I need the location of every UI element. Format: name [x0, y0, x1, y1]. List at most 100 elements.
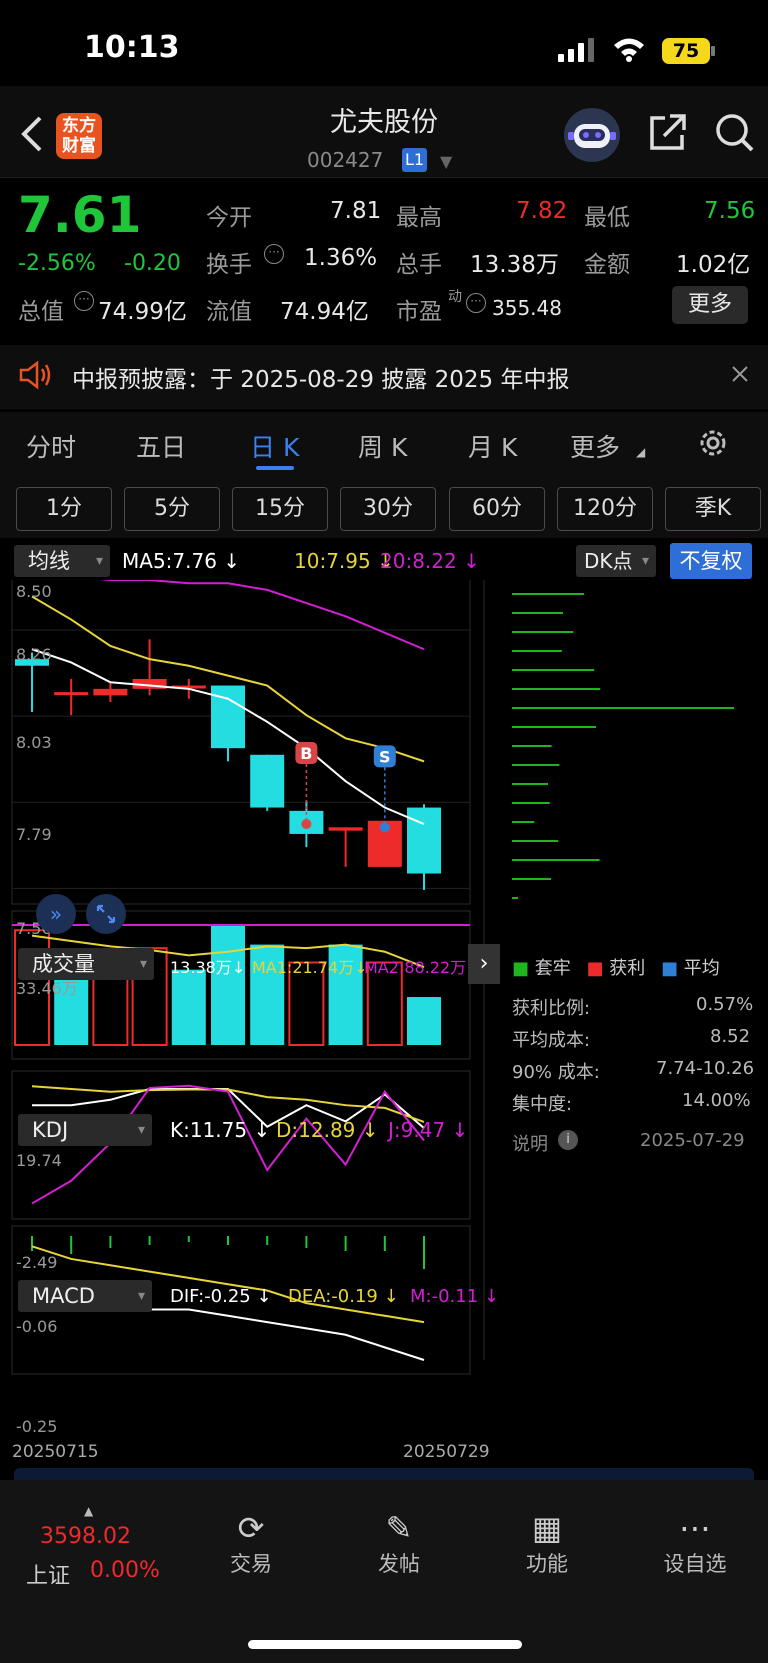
high-label: 最高 — [396, 205, 442, 231]
volume-value: 13.38万 — [470, 252, 559, 278]
wifi-icon — [612, 36, 646, 62]
volume-axis-top: 33.46万 — [16, 979, 78, 998]
nav-post[interactable]: ✎ 发帖 — [354, 1508, 444, 1578]
pe-info-icon[interactable]: ··· — [466, 293, 486, 313]
volume-bars — [12, 924, 470, 1047]
search-icon[interactable] — [714, 112, 756, 154]
nav-functions[interactable]: ▦ 功能 — [502, 1508, 592, 1578]
volume-selector[interactable]: 成交量 — [18, 948, 154, 980]
level-badge[interactable]: L1 — [402, 148, 427, 172]
period-quarter-k[interactable]: 季K — [665, 487, 761, 531]
pe-value: 355.48 — [492, 296, 562, 320]
candle-body — [93, 688, 128, 696]
macd-dif-value: DIF:-0.25 — [170, 1286, 251, 1307]
macd-dea: DEA:-0.19 ↓ — [288, 1286, 399, 1307]
tab-intraday[interactable]: 分时 — [26, 428, 76, 464]
index-up-arrow-icon: ▲ — [84, 1504, 94, 1518]
market-cap-value: 74.99亿 — [98, 299, 187, 325]
index-value[interactable]: 3598.02 — [40, 1524, 131, 1549]
candle-body — [328, 827, 363, 831]
ma20-value: 20:8.22 — [380, 549, 457, 573]
chip-value-2: 8.52 — [710, 1026, 751, 1047]
period-120min[interactable]: 120分 — [557, 487, 653, 531]
turnover-info-icon[interactable]: ··· — [264, 244, 284, 264]
share-icon[interactable] — [648, 112, 688, 152]
ma10-value: 10:7.95 — [294, 549, 371, 573]
kline-chart[interactable]: BS 8.50 8.26 8.03 7.79 7.56 33.46万 19.74… — [0, 580, 768, 1460]
price-tick-3: 8.03 — [16, 733, 52, 752]
index-name[interactable]: 上证 — [26, 1558, 70, 1590]
macd-selector[interactable]: MACD — [18, 1280, 152, 1312]
legend-average: 平均 — [683, 958, 720, 979]
candle-body — [250, 754, 285, 808]
ma20-line — [98, 580, 425, 651]
kdj-axis-top: 19.74 — [16, 1151, 62, 1170]
vol-ma1-value: MA1:21.74万 — [252, 958, 355, 977]
nav-trade[interactable]: ⟳ 交易 — [206, 1508, 296, 1578]
info-icon[interactable]: i — [558, 1130, 578, 1150]
tab-more[interactable]: 更多 — [570, 428, 620, 464]
buy-mark-dot — [301, 819, 312, 830]
legend-trapped: 套牢 — [534, 958, 571, 979]
status-time: 10:13 — [84, 30, 180, 65]
tab-five-day[interactable]: 五日 — [136, 428, 186, 464]
expand-right-icon[interactable]: » — [36, 894, 76, 934]
period-60min[interactable]: 60分 — [449, 487, 545, 531]
chip-label-1: 获利比例: — [512, 998, 591, 1019]
adjust-button[interactable]: 不复权 — [670, 543, 752, 579]
chip-note[interactable]: 说明 — [512, 1130, 548, 1156]
buy-mark-letter: B — [300, 744, 312, 763]
kdj-d-value: D:12.89 — [276, 1118, 356, 1142]
volume-today: 13.38万↓ — [170, 958, 246, 977]
volume-bar — [211, 925, 245, 1045]
kdj-d: D:12.89 ↓ — [276, 1118, 379, 1142]
kdj-k-value: K:11.75 — [170, 1118, 248, 1142]
period-5min[interactable]: 5分 — [124, 487, 220, 531]
grid-icon: ▦ — [531, 1509, 563, 1547]
chip-label-3: 90% 成本: — [512, 1062, 600, 1083]
chevron-right-icon[interactable]: › — [468, 944, 500, 984]
price-tick-4: 7.79 — [16, 825, 52, 844]
sell-mark-dot — [379, 822, 390, 833]
open-label: 今开 — [206, 205, 252, 231]
ma-selector[interactable]: 均线 — [14, 545, 110, 577]
period-1min[interactable]: 1分 — [16, 487, 112, 531]
tab-weekly-k[interactable]: 周 K — [358, 428, 407, 464]
more-quote-button[interactable]: 更多 — [672, 286, 748, 324]
kdj-selector[interactable]: KDJ — [18, 1114, 152, 1146]
legend-profit: 获利 — [609, 958, 646, 979]
nav-add-watchlist[interactable]: ⋯ 设自选 — [650, 1508, 740, 1578]
chip-label-2: 平均成本: — [512, 1030, 591, 1051]
dk-point-selector[interactable]: DK点 — [576, 545, 656, 577]
kdj-j: J:9.47 ↓ — [388, 1118, 469, 1142]
index-change[interactable]: 0.00% — [90, 1558, 160, 1583]
code-dropdown-icon[interactable]: ▼ — [440, 152, 452, 171]
price-tick-1: 8.50 — [16, 582, 52, 601]
speaker-icon — [18, 360, 52, 390]
period-30min[interactable]: 30分 — [340, 487, 436, 531]
edit-icon: ✎ — [385, 1509, 413, 1547]
chip-label-4: 集中度: — [512, 1094, 573, 1115]
period-15min[interactable]: 15分 — [232, 487, 328, 531]
ma20-label: 20:8.22 ↓ — [380, 549, 480, 573]
vol-ma2-value: MA2:88.22万 — [364, 958, 467, 977]
robot-assistant-icon[interactable] — [564, 108, 620, 162]
ma5-value: MA5:7.76 — [122, 549, 217, 573]
nav-post-label: 发帖 — [378, 1552, 420, 1576]
chip-distribution — [512, 593, 734, 899]
close-icon[interactable] — [730, 364, 750, 384]
date-start: 20250715 — [12, 1442, 99, 1460]
settings-gear-icon[interactable] — [696, 426, 730, 460]
kdj-axis-bottom: -2.49 — [16, 1253, 57, 1272]
fullscreen-icon[interactable] — [86, 894, 126, 934]
ma5-label: MA5:7.76 ↓ — [122, 549, 241, 573]
market-cap-info-icon[interactable]: ··· — [74, 291, 94, 311]
volume-today-value: 13.38万 — [170, 958, 232, 977]
tab-monthly-k[interactable]: 月 K — [468, 428, 517, 464]
stock-code: 002427 — [307, 148, 384, 172]
nav-add-watchlist-label: 设自选 — [663, 1552, 727, 1576]
more-dots-icon: ⋯ — [679, 1509, 711, 1547]
macd-dea-value: DEA:-0.19 — [288, 1286, 378, 1307]
chip-date: 2025-07-29 — [640, 1130, 745, 1151]
tab-daily-k[interactable]: 日 K — [250, 428, 299, 464]
